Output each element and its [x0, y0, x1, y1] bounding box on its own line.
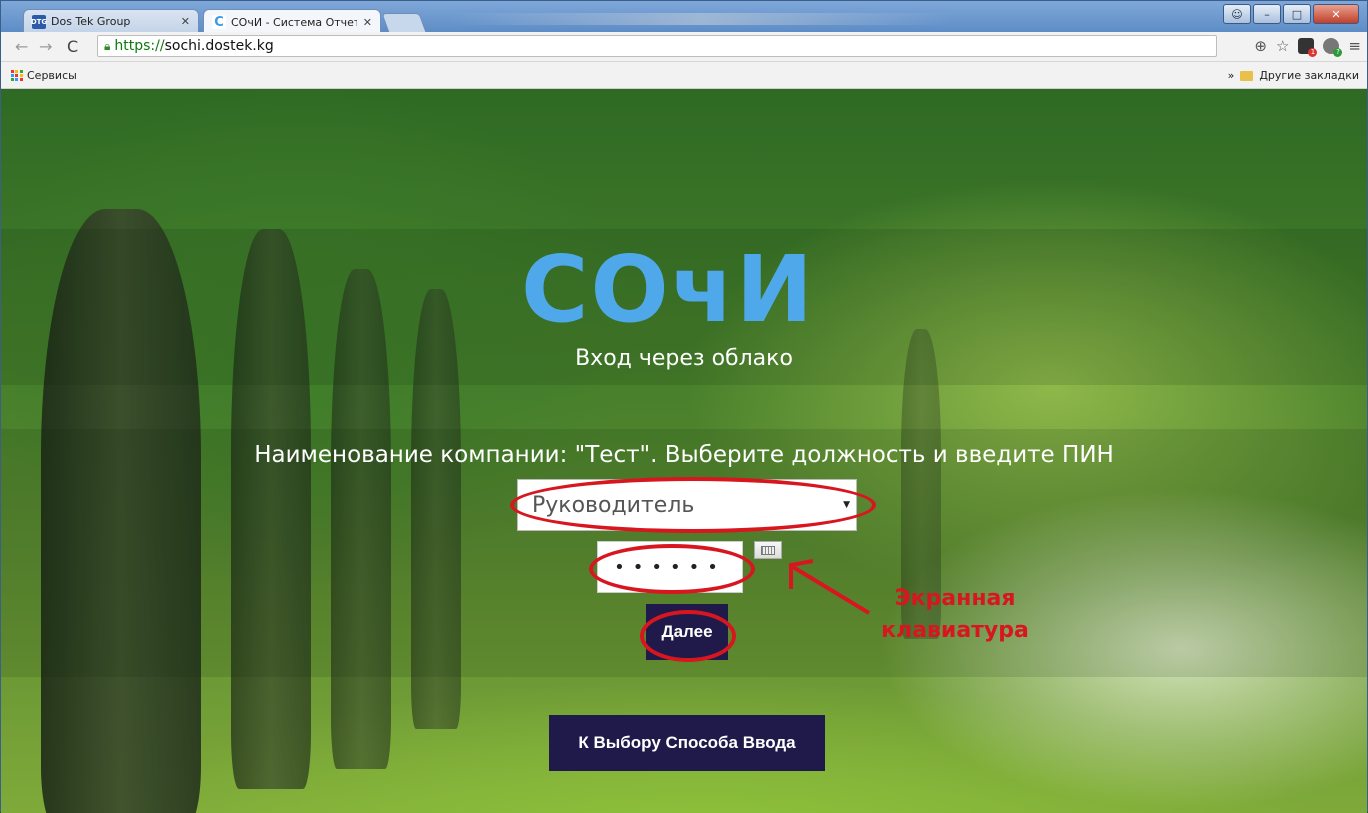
title-bar: DTG Dos Tek Group ✕ C СОчИ - Система Отч…: [1, 1, 1367, 34]
reload-icon[interactable]: C: [67, 37, 78, 56]
highlight-ellipse: [510, 477, 876, 533]
back-to-login-method-button[interactable]: К Выбору Способа Ввода: [549, 715, 825, 771]
blurred-window-title: [451, 13, 951, 25]
annotation-line-1: Экранная: [894, 586, 1016, 611]
address-bar[interactable]: 🔒︎ https:// sochi.dostek.kg: [97, 35, 1217, 57]
page-subtitle: Вход через облако: [575, 346, 793, 371]
apps-label: Сервисы: [27, 69, 77, 82]
forward-arrow-icon[interactable]: →: [39, 37, 52, 56]
other-bookmarks-label: Другие закладки: [1259, 69, 1359, 82]
screen-keyboard-button[interactable]: [754, 541, 782, 559]
zoom-icon[interactable]: ⊕: [1254, 37, 1267, 55]
sochi-logo: СОчИ: [521, 236, 815, 343]
apps-grid-icon: [11, 69, 23, 82]
more-bookmarks-chevron[interactable]: »: [1228, 69, 1235, 82]
star-icon[interactable]: ☆: [1276, 37, 1289, 55]
apps-bookmark[interactable]: Сервисы: [11, 69, 77, 82]
tab-title: Dos Tek Group: [51, 15, 131, 28]
tab-sochi[interactable]: C СОчИ - Система Отчетнс ✕: [203, 9, 381, 34]
tab-title: СОчИ - Система Отчетнс: [231, 15, 357, 29]
other-bookmarks[interactable]: » Другие закладки: [1228, 69, 1359, 82]
close-tab-icon[interactable]: ✕: [181, 15, 190, 28]
annotation-line-2: клавиатура: [881, 618, 1029, 643]
close-window-button[interactable]: ✕: [1313, 4, 1359, 24]
browser-toolbar: ← → C 🔒︎ https:// sochi.dostek.kg ⊕ ☆ 1 …: [1, 32, 1367, 62]
back-arrow-icon[interactable]: ←: [15, 37, 28, 56]
menu-icon[interactable]: ≡: [1348, 37, 1361, 55]
lock-icon: 🔒︎: [104, 38, 111, 53]
new-tab-button[interactable]: [381, 13, 427, 33]
folder-icon: [1240, 70, 1254, 81]
annotation-label: Экранная клавиатура: [875, 583, 1035, 647]
extension-icon[interactable]: 1: [1298, 38, 1318, 57]
bookmarks-bar: Сервисы » Другие закладки: [1, 62, 1367, 89]
close-tab-icon[interactable]: ✕: [363, 16, 372, 29]
login-page: СОчИ Вход через облако Наименование комп…: [1, 89, 1367, 813]
tab-dos-tek-group[interactable]: DTG Dos Tek Group ✕: [23, 9, 199, 33]
maximize-button[interactable]: □: [1283, 4, 1311, 24]
highlight-ellipse: [640, 610, 736, 662]
dtg-favicon-icon: DTG: [31, 14, 47, 29]
minimize-button[interactable]: –: [1253, 4, 1281, 24]
user-icon[interactable]: ☺: [1223, 4, 1251, 24]
highlight-ellipse: [589, 544, 755, 594]
sochi-favicon-icon: C: [212, 15, 226, 30]
annotation-arrow-icon: [789, 559, 871, 615]
url-scheme: https://: [114, 38, 165, 54]
url-host: sochi.dostek.kg: [164, 38, 274, 54]
browser-window: DTG Dos Tek Group ✕ C СОчИ - Система Отч…: [0, 0, 1368, 813]
company-heading: Наименование компании: "Тест". Выберите …: [254, 442, 1114, 468]
extension-help-icon[interactable]: ?: [1323, 38, 1343, 57]
keyboard-icon: [761, 545, 775, 555]
